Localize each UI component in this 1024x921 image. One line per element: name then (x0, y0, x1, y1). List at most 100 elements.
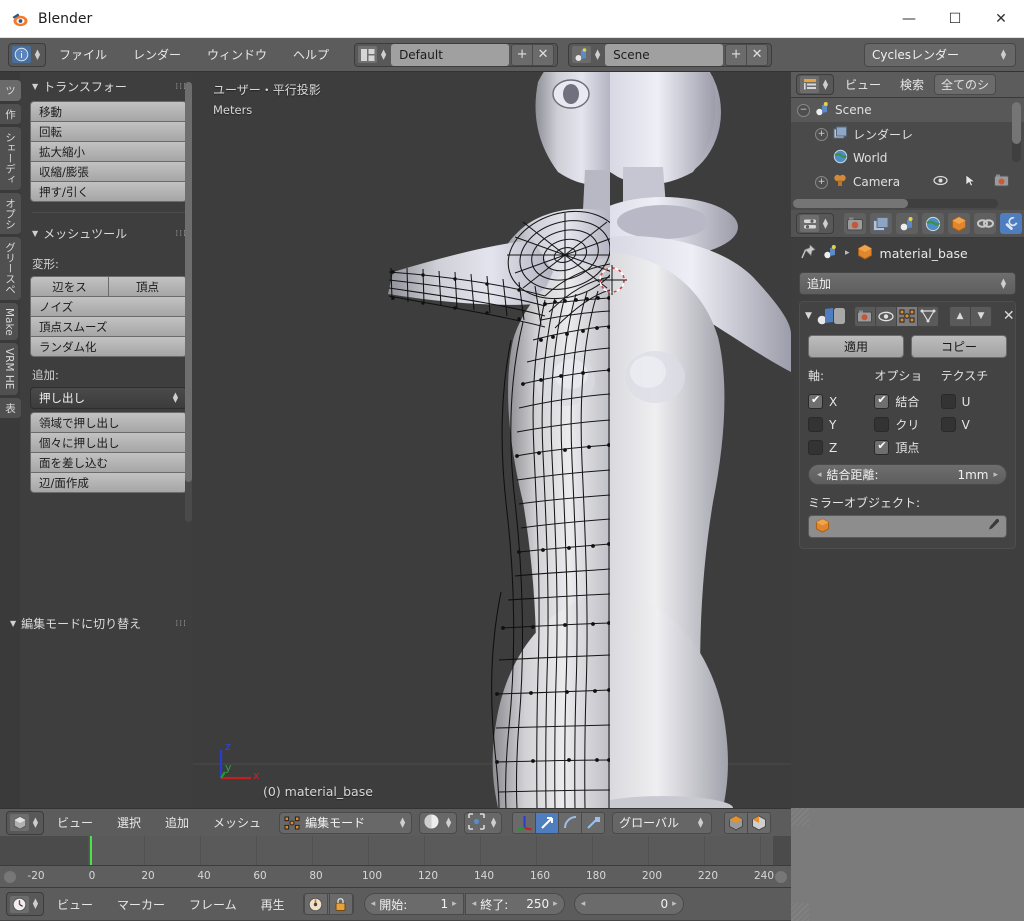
expand-icon[interactable]: + (815, 127, 828, 141)
render-engine-selector[interactable]: Cyclesレンダー ▲ ▼ (864, 42, 1016, 67)
tab-shading[interactable]: シェーディ (0, 127, 21, 190)
outliner-vertical-scrollbar[interactable] (1012, 102, 1021, 162)
timeline-scroll-left-cap[interactable] (4, 871, 16, 883)
minimize-button[interactable]: — (886, 0, 932, 38)
pivot-point-selector[interactable]: ▲ ▼ (464, 811, 503, 834)
merge-row[interactable]: 結合 (874, 390, 940, 413)
triangle-down-icon[interactable]: ▼ (805, 311, 812, 321)
cursor-icon[interactable] (965, 174, 977, 190)
move-modifier-down-button[interactable]: ▼ (969, 305, 992, 327)
3d-viewport[interactable]: ユーザー・平行投影 Meters (0) material_base z x y (193, 72, 791, 808)
add-layout-button[interactable]: + (511, 43, 534, 66)
scale-manipulator-icon[interactable] (581, 811, 606, 834)
vertex-button[interactable]: 頂点 (108, 276, 187, 297)
close-button[interactable]: ✕ (978, 0, 1024, 38)
axis-y-checkbox[interactable] (808, 417, 823, 432)
outliner-menu-search[interactable]: 検索 (892, 73, 932, 97)
scene-name[interactable]: Scene (605, 43, 724, 66)
screen-layout-selector[interactable]: ▲ ▼ Default + ✕ (354, 42, 559, 67)
expand-icon[interactable]: + (815, 175, 828, 189)
viewport-eye-icon[interactable] (874, 305, 897, 327)
remove-scene-button[interactable]: ✕ (746, 43, 769, 66)
properties-tab-render[interactable] (844, 213, 866, 234)
extrude-dropdown[interactable]: 押し出し ▲ ▼ (30, 387, 187, 409)
axis-x-checkbox[interactable] (808, 393, 823, 409)
axis-z-checkbox[interactable] (808, 440, 823, 455)
copy-modifier-button[interactable]: コピー (911, 335, 1007, 358)
outliner-editor-type-selector[interactable]: ▲ ▼ (796, 74, 834, 95)
vertexgroup-row[interactable]: 頂点 (874, 436, 940, 459)
properties-tab-world[interactable] (922, 213, 944, 234)
tab-grease-pencil[interactable]: グリースペ (0, 237, 21, 300)
properties-tab-modifiers[interactable] (1000, 213, 1022, 234)
merge-checkbox[interactable] (874, 393, 890, 409)
tab-make[interactable]: Make (0, 302, 18, 341)
properties-editor-type-selector[interactable]: ▲ ▼ (796, 213, 834, 234)
viewport-menu-add[interactable]: 追加 (154, 814, 200, 831)
orange-cube-icon[interactable] (857, 243, 873, 263)
scale-button[interactable]: 拡大縮小 (30, 141, 187, 162)
extrude-individual-button[interactable]: 個々に押し出し (30, 432, 187, 453)
smooth-edge-button[interactable]: 辺をス (30, 276, 109, 297)
screen-layout-name[interactable]: Default (391, 43, 510, 66)
limit-selection-icon[interactable] (747, 811, 772, 834)
rotate-manipulator-icon[interactable] (558, 811, 583, 834)
viewport-menu-mesh[interactable]: メッシュ (202, 814, 272, 831)
eyedropper-icon[interactable] (986, 518, 1000, 535)
translate-manipulator-icon[interactable] (535, 811, 560, 834)
axis-y-row[interactable]: Y (808, 413, 874, 436)
occlude-geometry-icon[interactable] (724, 811, 749, 834)
interaction-mode-selector[interactable]: 編集モード ▲ ▼ (279, 811, 413, 834)
tab-display[interactable]: 表 (0, 397, 21, 419)
shading-mode-selector[interactable]: ▲ ▼ (419, 811, 458, 834)
topbar-editor-type-selector[interactable]: i ▲ ▼ (8, 42, 46, 67)
chevron-left-icon[interactable]: ◂ (817, 470, 822, 480)
auto-key-icon[interactable] (303, 893, 328, 915)
timeline-ruler[interactable]: -20 0 20 40 60 80 100 120 140 160 180 20… (0, 866, 791, 888)
randomize-button[interactable]: ランダム化 (30, 336, 187, 357)
properties-tab-object[interactable] (948, 213, 970, 234)
switch-editmode-panel-header[interactable]: ▼ 編集モードに切り替え ⁞⁞⁞ (10, 615, 187, 632)
timeline-track[interactable] (0, 836, 791, 866)
noise-button[interactable]: ノイズ (30, 296, 187, 317)
chevron-right-icon[interactable]: ▸ (553, 899, 558, 909)
lock-icon[interactable] (328, 893, 353, 915)
timeline-menu-view[interactable]: ビュー (46, 896, 104, 913)
menu-render[interactable]: レンダー (120, 43, 194, 67)
frame-start-field[interactable]: ◂ 開始: 1 ▸ (363, 893, 464, 915)
viewport-menu-view[interactable]: ビュー (46, 814, 104, 831)
timeline-scroll-right-cap[interactable] (775, 871, 787, 883)
mesh-tools-panel-header[interactable]: ▼ メッシュツール ⁞⁞⁞ (30, 219, 187, 248)
timeline-editor[interactable]: -20 0 20 40 60 80 100 120 140 160 180 20… (0, 836, 791, 921)
texture-v-checkbox[interactable] (940, 417, 956, 432)
menu-window[interactable]: ウィンドウ (194, 43, 280, 67)
mirror-object-field[interactable] (808, 515, 1007, 538)
remove-layout-button[interactable]: ✕ (532, 43, 555, 66)
outliner-filter-dropdown[interactable]: 全てのシ (934, 74, 997, 95)
smooth-vertex-button[interactable]: 頂点スムーズ (30, 316, 187, 337)
move-button[interactable]: 移動 (30, 101, 187, 122)
push-pull-button[interactable]: 押す/引く (30, 181, 187, 202)
tab-options[interactable]: オプシ (0, 192, 21, 234)
add-scene-button[interactable]: + (725, 43, 748, 66)
render-toggle-icon[interactable] (853, 305, 876, 327)
transform-panel-header[interactable]: ▼ トランスフォー ⁞⁞⁞ (30, 72, 187, 101)
eye-icon[interactable] (933, 175, 948, 189)
menu-file[interactable]: ファイル (46, 43, 120, 67)
add-modifier-dropdown[interactable]: 追加 ▲ ▼ (799, 272, 1016, 295)
rotate-button[interactable]: 回転 (30, 121, 187, 142)
axis-z-row[interactable]: Z (808, 436, 874, 459)
clipping-row[interactable]: クリ (874, 413, 940, 436)
timeline-playhead[interactable] (90, 836, 92, 865)
texture-u-checkbox[interactable] (940, 394, 956, 409)
menu-help[interactable]: ヘルプ (280, 43, 342, 67)
chevron-left-icon[interactable]: ◂ (472, 899, 477, 909)
apply-modifier-button[interactable]: 適用 (808, 335, 904, 358)
outliner-horizontal-scrollbar[interactable] (793, 199, 998, 208)
frame-end-field[interactable]: ◂ 終了: 250 ▸ (464, 893, 565, 915)
outliner-row-world[interactable]: World (791, 146, 1024, 170)
outliner-row-renderlayer[interactable]: + レンダーレ (791, 122, 1024, 146)
vertexgroup-checkbox[interactable] (874, 439, 890, 455)
collapse-icon[interactable]: − (797, 103, 810, 117)
tab-tools[interactable]: ツ (0, 80, 21, 101)
